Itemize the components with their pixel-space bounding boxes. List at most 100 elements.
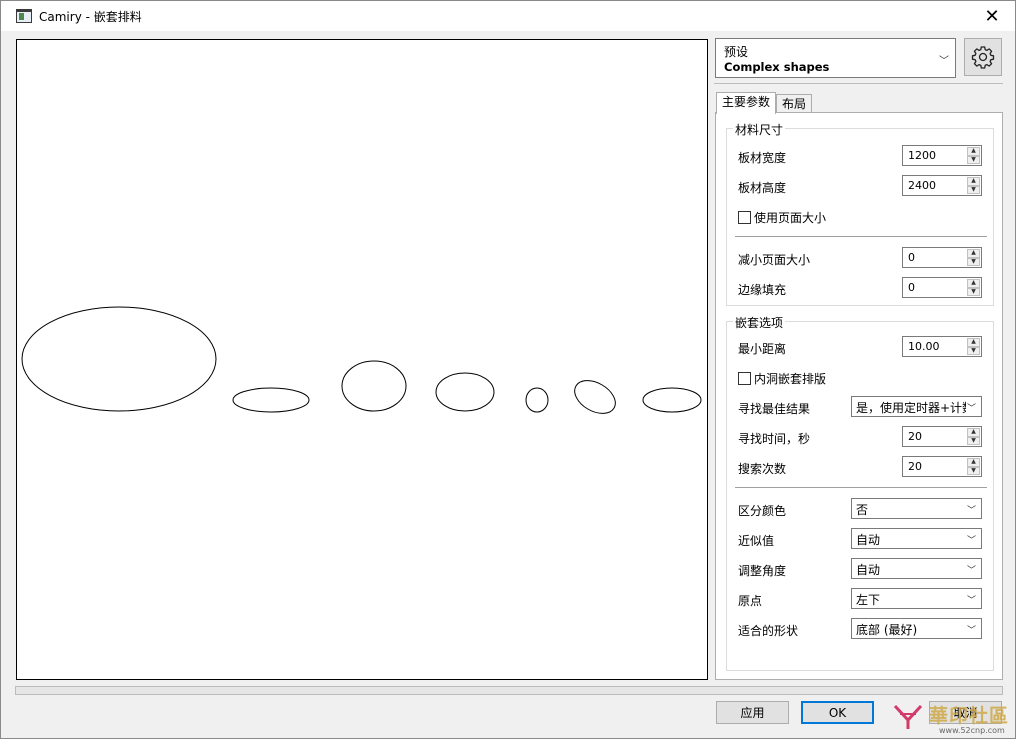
edge-padding-value: 0 xyxy=(908,281,915,294)
sheet-height-label: 板材高度 xyxy=(738,181,787,195)
progress-bar xyxy=(15,686,1003,695)
edge-padding-stepper[interactable]: ▲ ▼ xyxy=(967,279,980,296)
spin-down-icon[interactable]: ▼ xyxy=(967,257,980,266)
nesting-options-group: 嵌套选项 最小距离 10.00 ▲ ▼ 内洞嵌套排版 寻找最佳结果 是，使用定时器… xyxy=(726,314,994,671)
min-distance-value: 10.00 xyxy=(908,340,940,353)
separator xyxy=(735,236,987,237)
checkbox-icon xyxy=(738,211,751,224)
best-result-select[interactable]: 是，使用定时器+计数 ﹀ xyxy=(851,396,982,417)
gear-icon xyxy=(971,46,995,69)
chevron-down-icon: ﹀ xyxy=(966,596,976,606)
adjust-angle-label: 调整角度 xyxy=(738,564,787,578)
separator xyxy=(735,487,987,488)
adjust-angle-value: 自动 xyxy=(856,563,881,577)
title-bar: Camiry - 嵌套排料 ✕ xyxy=(1,1,1015,31)
sheet-width-stepper[interactable]: ▲ ▼ xyxy=(967,147,980,164)
search-time-input[interactable]: 20 ▲ ▼ xyxy=(902,426,982,447)
best-result-value: 是，使用定时器+计数 xyxy=(856,401,966,415)
shape-ellipse-5 xyxy=(525,387,549,413)
window-title: Camiry - 嵌套排料 xyxy=(39,10,142,24)
edge-padding-input[interactable]: 0 ▲ ▼ xyxy=(902,277,982,298)
spin-up-icon[interactable]: ▲ xyxy=(967,458,980,467)
material-size-title: 材料尺寸 xyxy=(733,121,786,138)
edge-padding-label: 边缘填充 xyxy=(738,283,787,297)
chevron-down-icon: ﹀ xyxy=(966,404,976,414)
shape-ellipse-4 xyxy=(435,372,495,412)
shapes-preview xyxy=(21,306,702,414)
search-count-stepper[interactable]: ▲ ▼ xyxy=(967,458,980,475)
distinguish-color-value: 否 xyxy=(856,503,869,517)
divider xyxy=(714,83,1003,84)
search-count-value: 20 xyxy=(908,460,922,473)
spin-up-icon[interactable]: ▲ xyxy=(967,279,980,288)
material-size-group: 材料尺寸 板材宽度 1200 ▲ ▼ 板材高度 2400 ▲ ▼ 使用页面大小 减小… xyxy=(726,121,994,306)
tab-main-params[interactable]: 主要参数 xyxy=(716,92,777,114)
distinguish-color-select[interactable]: 否 ﹀ xyxy=(851,498,982,519)
sheet-height-input[interactable]: 2400 ▲ ▼ xyxy=(902,175,982,196)
checkbox-icon xyxy=(738,372,751,385)
spin-up-icon[interactable]: ▲ xyxy=(967,249,980,258)
best-result-label: 寻找最佳结果 xyxy=(738,402,811,416)
site-watermark: 華印社區 www.52cnp.com xyxy=(879,698,1015,738)
use-page-size-checkbox[interactable]: 使用页面大小 xyxy=(738,209,826,226)
nesting-preview-canvas xyxy=(16,39,708,680)
settings-button[interactable] xyxy=(964,38,1002,76)
fit-shape-value: 底部 (最好) xyxy=(856,623,918,637)
spin-up-icon[interactable]: ▲ xyxy=(967,428,980,437)
nesting-options-title: 嵌套选项 xyxy=(733,314,786,331)
sheet-width-value: 1200 xyxy=(908,149,936,162)
chevron-down-icon: ﹀ xyxy=(966,566,976,576)
spin-down-icon[interactable]: ▼ xyxy=(967,346,980,355)
sheet-width-label: 板材宽度 xyxy=(738,151,787,165)
spin-down-icon[interactable]: ▼ xyxy=(967,185,980,194)
shape-ellipse-7 xyxy=(642,387,702,413)
tab-content: 材料尺寸 板材宽度 1200 ▲ ▼ 板材高度 2400 ▲ ▼ 使用页面大小 减小… xyxy=(715,112,1003,680)
watermark-logo-icon xyxy=(893,704,923,729)
ok-button[interactable]: OK xyxy=(801,701,874,724)
approximation-select[interactable]: 自动 ﹀ xyxy=(851,528,982,549)
fit-shape-select[interactable]: 底部 (最好) ﹀ xyxy=(851,618,982,639)
adjust-angle-select[interactable]: 自动 ﹀ xyxy=(851,558,982,579)
close-button[interactable]: ✕ xyxy=(969,1,1015,31)
watermark-url: www.52cnp.com xyxy=(939,726,1005,735)
preset-select[interactable]: 预设 Complex shapes ﹀ xyxy=(715,38,956,78)
fit-shape-label: 适合的形状 xyxy=(738,624,799,638)
search-count-input[interactable]: 20 ▲ ▼ xyxy=(902,456,982,477)
shape-ellipse-3 xyxy=(341,360,407,412)
spin-down-icon[interactable]: ▼ xyxy=(967,155,980,164)
search-time-label: 寻找时间，秒 xyxy=(738,432,811,446)
approximation-label: 近似值 xyxy=(738,534,775,548)
origin-select[interactable]: 左下 ﹀ xyxy=(851,588,982,609)
origin-label: 原点 xyxy=(738,594,763,608)
app-icon xyxy=(16,9,32,23)
nesting-dialog: Camiry - 嵌套排料 ✕ 预设 Complex shapes ﹀ 主要参数… xyxy=(0,0,1016,739)
approximation-value: 自动 xyxy=(856,533,881,547)
spin-up-icon[interactable]: ▲ xyxy=(967,147,980,156)
hole-nesting-checkbox[interactable]: 内洞嵌套排版 xyxy=(738,370,826,387)
min-distance-input[interactable]: 10.00 ▲ ▼ xyxy=(902,336,982,357)
apply-button[interactable]: 应用 xyxy=(716,701,789,724)
spin-down-icon[interactable]: ▼ xyxy=(967,436,980,445)
spin-down-icon[interactable]: ▼ xyxy=(967,466,980,475)
chevron-down-icon: ﹀ xyxy=(939,56,949,67)
min-distance-stepper[interactable]: ▲ ▼ xyxy=(967,338,980,355)
watermark-text: 華印社區 xyxy=(929,705,1010,727)
origin-value: 左下 xyxy=(856,593,881,607)
search-time-value: 20 xyxy=(908,430,922,443)
preset-value: Complex shapes xyxy=(724,60,830,74)
sheet-height-value: 2400 xyxy=(908,179,936,192)
shape-ellipse-2 xyxy=(232,387,310,413)
reduce-page-size-label: 减小页面大小 xyxy=(738,253,811,267)
reduce-page-size-stepper[interactable]: ▲ ▼ xyxy=(967,249,980,266)
close-icon: ✕ xyxy=(984,5,1000,27)
spin-up-icon[interactable]: ▲ xyxy=(967,338,980,347)
tab-layout[interactable]: 布局 xyxy=(776,94,813,114)
spin-down-icon[interactable]: ▼ xyxy=(967,287,980,296)
spin-up-icon[interactable]: ▲ xyxy=(967,177,980,186)
sheet-height-stepper[interactable]: ▲ ▼ xyxy=(967,177,980,194)
reduce-page-size-input[interactable]: 0 ▲ ▼ xyxy=(902,247,982,268)
chevron-down-icon: ﹀ xyxy=(966,506,976,516)
search-time-stepper[interactable]: ▲ ▼ xyxy=(967,428,980,445)
sheet-width-input[interactable]: 1200 ▲ ▼ xyxy=(902,145,982,166)
shape-ellipse-6 xyxy=(574,380,616,414)
